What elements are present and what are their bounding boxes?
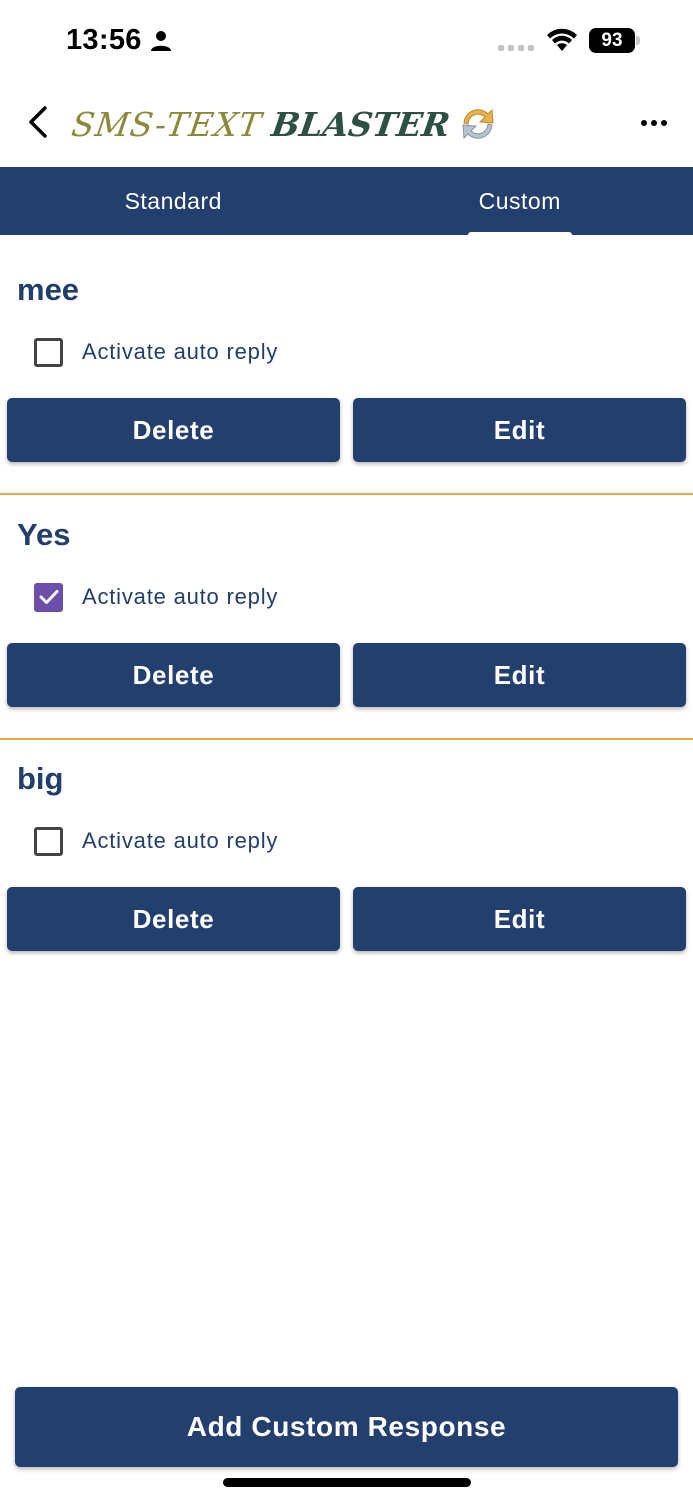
response-item: Yes Activate auto reply Delete Edit (0, 481, 693, 740)
checkbox[interactable] (34, 826, 63, 856)
status-bar: 13:56 93 (0, 0, 693, 84)
status-time: 13:56 (66, 24, 142, 56)
app-header: SMS-TEXT BLASTER (0, 84, 693, 167)
delete-button[interactable]: Delete (7, 643, 340, 707)
edit-button[interactable]: Edit (353, 887, 686, 951)
response-title: Yes (17, 517, 71, 552)
logo-text-blaster: BLASTER (269, 104, 453, 144)
logo-text-sms: SMS-TEXT (69, 104, 265, 144)
check-icon (39, 590, 58, 604)
delete-button[interactable]: Delete (7, 887, 340, 951)
delete-button[interactable]: Delete (7, 398, 340, 462)
tab-bar: Standard Custom (0, 167, 693, 235)
person-icon (151, 31, 171, 51)
battery-icon: 93 (589, 28, 635, 53)
response-item: big Activate auto reply Delete Edit (0, 725, 693, 970)
checkbox-label: Activate auto reply (82, 584, 279, 609)
auto-reply-toggle[interactable]: Activate auto reply (34, 336, 278, 368)
signal-icon (498, 45, 534, 51)
tab-custom[interactable]: Custom (347, 167, 693, 235)
response-title: mee (17, 272, 80, 307)
home-indicator (223, 1478, 471, 1487)
edit-button[interactable]: Edit (353, 398, 686, 462)
app-logo: SMS-TEXT BLASTER (69, 98, 499, 150)
edit-button[interactable]: Edit (353, 643, 686, 707)
wifi-icon (547, 28, 577, 51)
checkbox[interactable] (34, 582, 63, 612)
response-title: big (17, 761, 64, 796)
auto-reply-toggle[interactable]: Activate auto reply (34, 825, 278, 857)
battery-level: 93 (601, 29, 623, 51)
refresh-icon (462, 108, 495, 140)
checkbox[interactable] (34, 337, 63, 367)
more-options-button[interactable] (632, 106, 676, 140)
back-button[interactable] (18, 100, 58, 144)
tab-standard[interactable]: Standard (0, 167, 347, 235)
auto-reply-toggle[interactable]: Activate auto reply (34, 581, 278, 613)
more-dots-icon (641, 120, 667, 126)
add-custom-response-button[interactable]: Add Custom Response (15, 1387, 678, 1467)
battery-tip (636, 36, 640, 45)
checkbox-label: Activate auto reply (82, 339, 279, 364)
checkbox-label: Activate auto reply (82, 828, 279, 853)
back-chevron-icon (29, 106, 47, 138)
response-item: mee Activate auto reply Delete Edit (0, 236, 693, 495)
